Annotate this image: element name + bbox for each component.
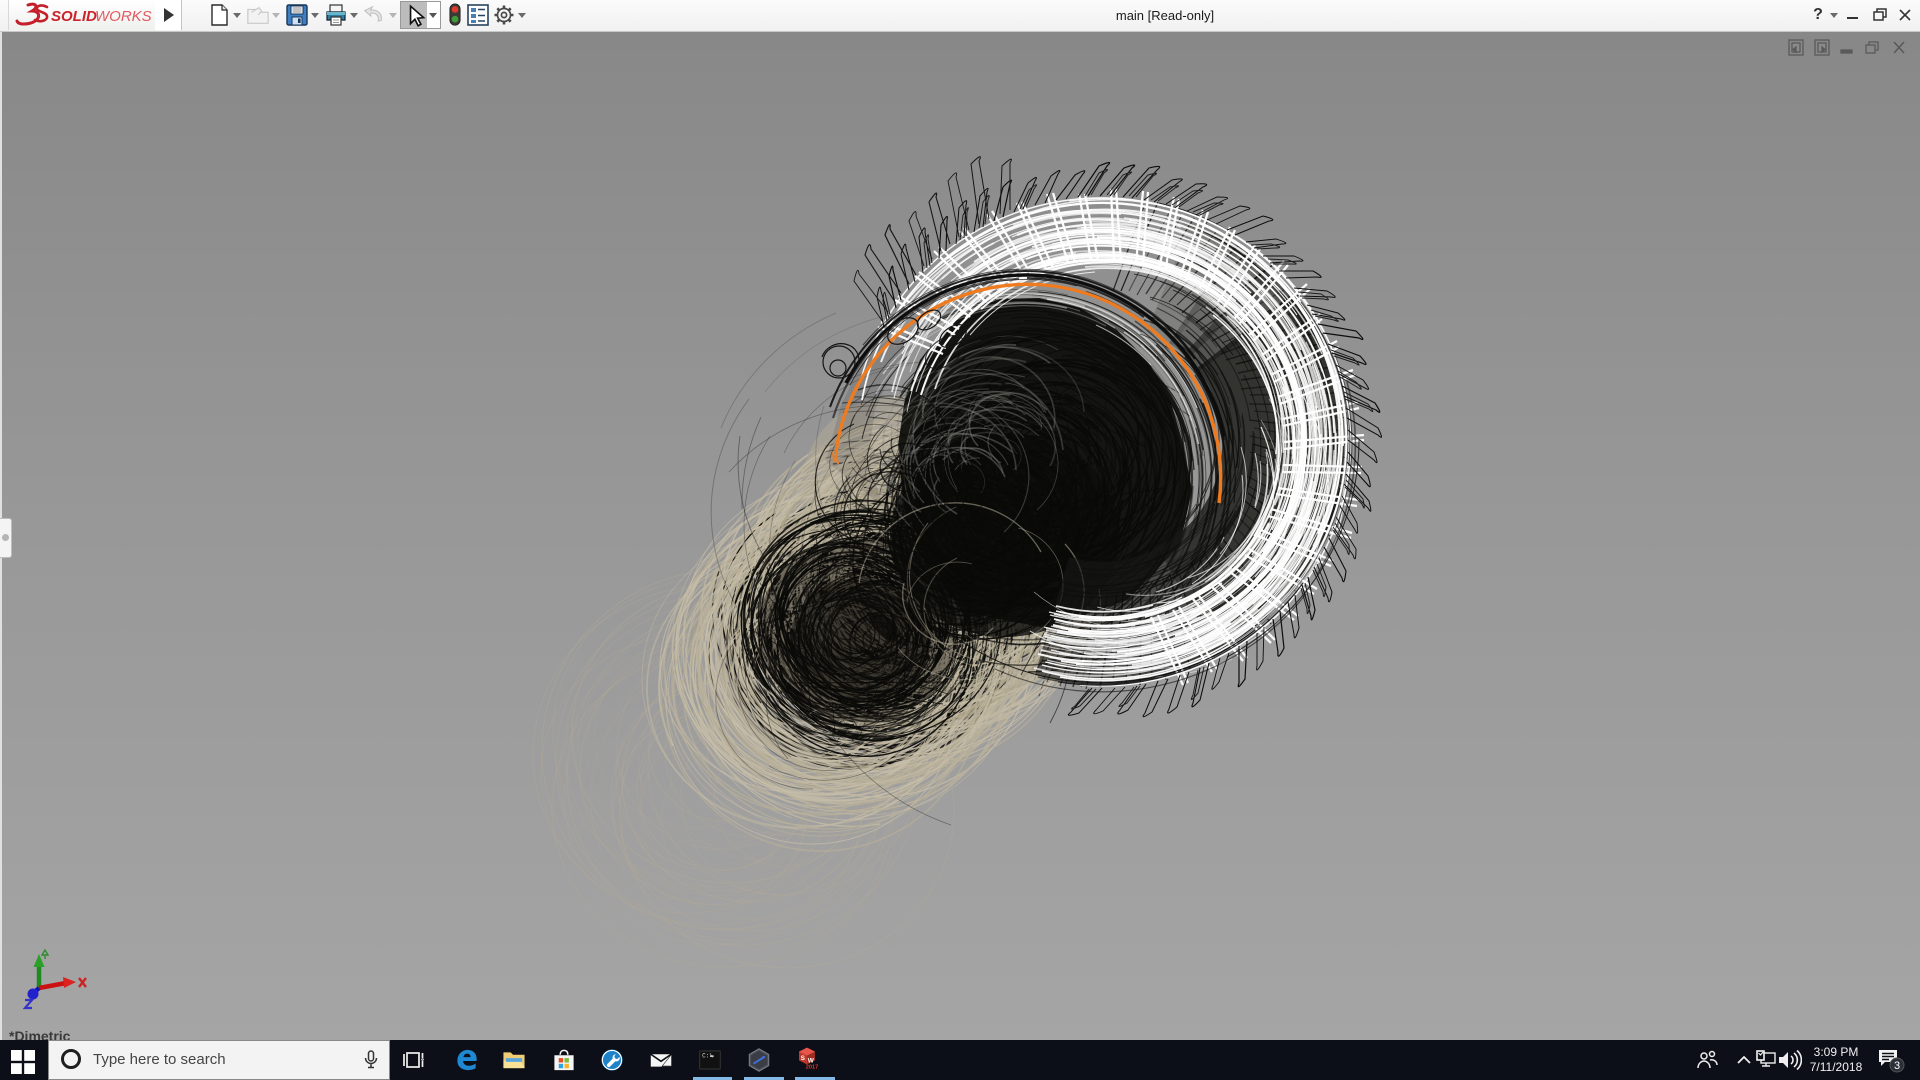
svg-text:W: W: [808, 1057, 815, 1064]
svg-text:SOLID: SOLID: [51, 8, 97, 25]
svg-text:S: S: [801, 1055, 806, 1062]
svg-text:3: 3: [1894, 1060, 1900, 1072]
svg-text:WORKS: WORKS: [95, 8, 152, 25]
svg-text:2017: 2017: [806, 1064, 818, 1070]
